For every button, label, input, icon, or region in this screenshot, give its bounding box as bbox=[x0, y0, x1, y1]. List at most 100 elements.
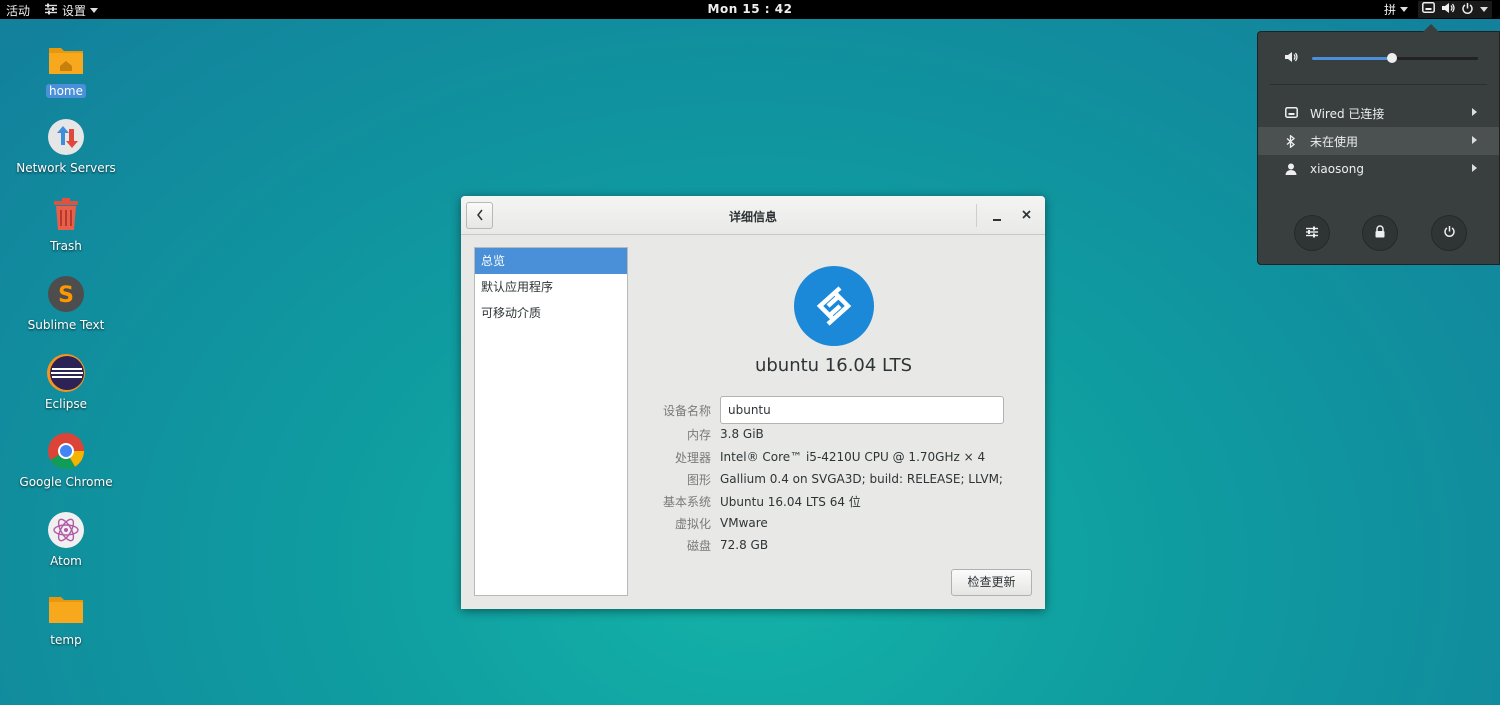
disk-label: 磁盘 bbox=[686, 538, 711, 553]
folder-icon bbox=[46, 589, 86, 629]
lock-icon bbox=[1374, 225, 1386, 241]
network-wired-icon bbox=[1422, 2, 1435, 17]
user-icon bbox=[1284, 162, 1298, 176]
svg-text:S: S bbox=[58, 283, 74, 308]
desktop-icon-label: Eclipse bbox=[44, 397, 88, 411]
wired-network-label: Wired 已连接 bbox=[1310, 106, 1385, 121]
minimize-icon bbox=[993, 206, 1001, 225]
wired-network-item[interactable]: Wired 已连接 bbox=[1258, 99, 1499, 127]
processor-value: Intel® Core™ i5-4210U CPU @ 1.70GHz × 4 bbox=[720, 450, 986, 464]
window-titlebar[interactable]: 详细信息 bbox=[461, 196, 1045, 235]
desktop-icon-label: temp bbox=[50, 633, 82, 647]
settings-sliders-icon bbox=[44, 3, 58, 18]
desktop-icon-label: Sublime Text bbox=[27, 318, 105, 332]
system-status-button[interactable] bbox=[1418, 1, 1492, 18]
desktop-icon-sublime-text[interactable]: S Sublime Text bbox=[11, 274, 121, 332]
sidebar-item-overview[interactable]: 总览 bbox=[475, 248, 627, 274]
desktop-icon-eclipse[interactable]: Eclipse bbox=[11, 353, 121, 411]
ubuntu-logo-icon bbox=[794, 266, 874, 346]
device-name-input[interactable] bbox=[720, 396, 1004, 424]
chevron-down-icon bbox=[1400, 7, 1408, 12]
bluetooth-label: 未在使用 bbox=[1310, 134, 1359, 149]
user-item[interactable]: xiaosong bbox=[1258, 155, 1499, 183]
processor-label: 处理器 bbox=[674, 450, 711, 465]
processor-row: 处理器 Intel® Core™ i5-4210U CPU @ 1.70GHz … bbox=[631, 447, 1031, 467]
app-menu-button[interactable]: 设置 bbox=[44, 2, 99, 19]
menu-separator bbox=[1270, 84, 1487, 85]
volume-slider[interactable] bbox=[1312, 53, 1478, 63]
desktop-icon-temp[interactable]: temp bbox=[11, 589, 121, 647]
virtualization-label: 虚拟化 bbox=[674, 516, 711, 531]
network-servers-icon bbox=[46, 117, 86, 157]
system-menu: Wired 已连接 未在使用 xiaosong bbox=[1257, 24, 1500, 265]
top-bar: 活动 设置 Mon 15 : 42 拼 bbox=[0, 0, 1500, 19]
base-system-row: 基本系统 Ubuntu 16.04 LTS 64 位 bbox=[631, 491, 1031, 511]
close-icon bbox=[1021, 208, 1031, 223]
chrome-icon bbox=[46, 431, 86, 471]
close-button[interactable] bbox=[1017, 206, 1035, 224]
details-sidebar: 总览 默认应用程序 可移动介质 bbox=[474, 247, 628, 596]
sidebar-item-removable-media[interactable]: 可移动介质 bbox=[475, 300, 627, 326]
sidebar-item-default-apps[interactable]: 默认应用程序 bbox=[475, 274, 627, 300]
volume-slider-fill bbox=[1312, 57, 1392, 60]
desktop-icon-label: Trash bbox=[50, 239, 82, 253]
app-menu-label: 设置 bbox=[62, 4, 87, 18]
titlebar-separator bbox=[976, 204, 977, 227]
sublime-text-icon: S bbox=[46, 274, 86, 314]
chevron-down-icon bbox=[1480, 7, 1488, 12]
chevron-right-icon bbox=[1472, 108, 1477, 116]
memory-value: 3.8 GiB bbox=[720, 427, 764, 441]
clock[interactable]: Mon 15 : 42 bbox=[0, 2, 1500, 16]
graphics-label: 图形 bbox=[686, 472, 711, 487]
base-system-value: Ubuntu 16.04 LTS 64 位 bbox=[720, 494, 861, 509]
graphics-value: Gallium 0.4 on SVGA3D; build: RELEASE; L… bbox=[720, 472, 1003, 486]
desktop-icon-home[interactable]: home bbox=[11, 40, 121, 98]
chevron-right-icon bbox=[1472, 136, 1477, 144]
desktop-icon-label: Atom bbox=[50, 554, 82, 568]
power-icon bbox=[1461, 2, 1474, 18]
device-name-row: 设备名称 bbox=[631, 396, 1031, 424]
volume-slider-handle[interactable] bbox=[1386, 53, 1397, 63]
volume-icon bbox=[1284, 51, 1298, 66]
back-button[interactable] bbox=[466, 202, 493, 229]
desktop-icon-network-servers[interactable]: Network Servers bbox=[11, 117, 121, 175]
virtualization-value: VMware bbox=[720, 516, 768, 530]
check-updates-button[interactable]: 检查更新 bbox=[951, 569, 1032, 596]
virtualization-row: 虚拟化 VMware bbox=[631, 513, 1031, 533]
chevron-left-icon bbox=[476, 206, 484, 225]
user-label: xiaosong bbox=[1310, 162, 1364, 176]
bluetooth-icon bbox=[1284, 134, 1298, 148]
trash-icon bbox=[46, 195, 86, 235]
desktop-icon-label: Google Chrome bbox=[19, 475, 113, 489]
graphics-row: 图形 Gallium 0.4 on SVGA3D; build: RELEASE… bbox=[631, 469, 1031, 489]
folder-home-icon bbox=[46, 40, 86, 80]
desktop-icon-trash[interactable]: Trash bbox=[11, 195, 121, 253]
input-method-button[interactable]: 拼 bbox=[1384, 1, 1408, 18]
memory-label: 内存 bbox=[686, 427, 711, 442]
base-system-label: 基本系统 bbox=[662, 494, 711, 509]
volume-row bbox=[1284, 51, 1298, 66]
chevron-right-icon bbox=[1472, 164, 1477, 172]
activities-label: 活动 bbox=[6, 4, 31, 18]
minimize-button[interactable] bbox=[988, 206, 1006, 224]
network-wired-icon bbox=[1284, 106, 1298, 120]
desktop-icon-atom[interactable]: Atom bbox=[11, 510, 121, 568]
window-title: 详细信息 bbox=[728, 210, 777, 224]
power-off-button[interactable] bbox=[1431, 215, 1467, 251]
disk-value: 72.8 GB bbox=[720, 538, 769, 552]
volume-icon bbox=[1441, 2, 1455, 17]
eclipse-icon bbox=[46, 353, 86, 393]
power-icon bbox=[1443, 225, 1456, 241]
settings-sliders-icon bbox=[1305, 226, 1319, 241]
details-window: 详细信息 总览 默认应用程序 可移动介质 ubuntu 16.04 LTS 设备… bbox=[461, 196, 1045, 609]
desktop-icon-google-chrome[interactable]: Google Chrome bbox=[11, 431, 121, 489]
lock-button[interactable] bbox=[1362, 215, 1398, 251]
os-name: ubuntu 16.04 LTS bbox=[754, 355, 913, 376]
memory-row: 内存 3.8 GiB bbox=[631, 424, 1031, 444]
disk-row: 磁盘 72.8 GB bbox=[631, 535, 1031, 555]
atom-icon bbox=[46, 510, 86, 550]
settings-button[interactable] bbox=[1294, 215, 1330, 251]
bluetooth-item[interactable]: 未在使用 bbox=[1258, 127, 1499, 155]
device-name-label: 设备名称 bbox=[662, 403, 711, 418]
activities-button[interactable]: 活动 bbox=[6, 2, 30, 19]
